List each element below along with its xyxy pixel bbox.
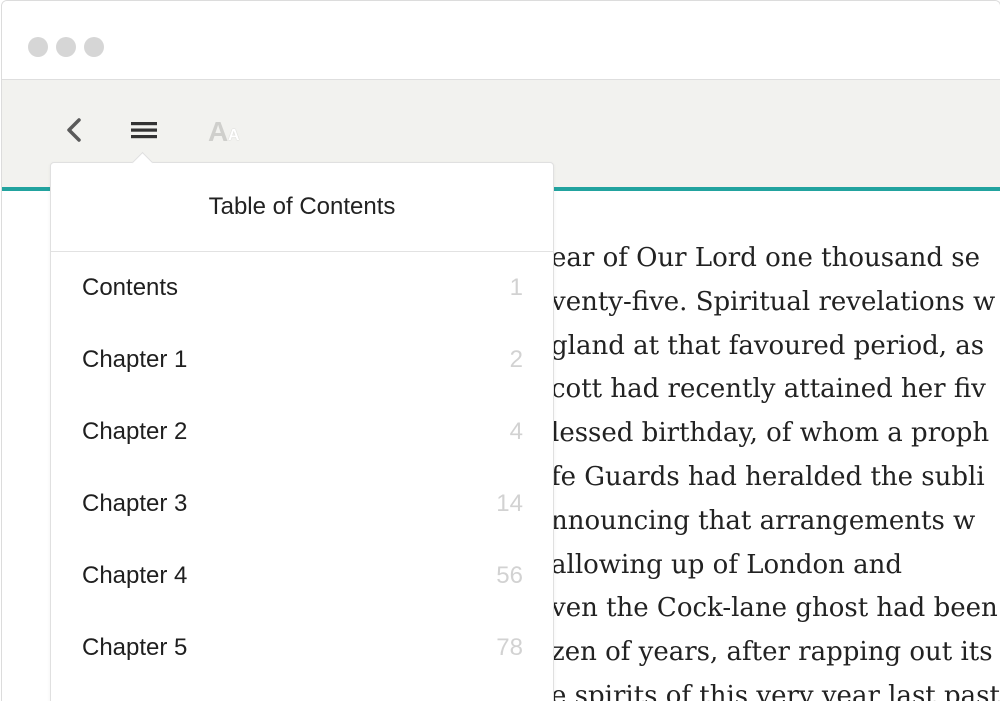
back-button[interactable]	[58, 114, 90, 150]
toc-item-chapter-5[interactable]: Chapter 5 78	[51, 612, 553, 684]
table-of-contents-popover: Table of Contents Contents 1 Chapter 1 2…	[50, 151, 554, 701]
window-close-dot[interactable]	[28, 37, 48, 57]
toc-item-label: Chapter 2	[82, 418, 188, 445]
toc-item-page: 1	[509, 274, 523, 301]
toc-item-label: Chapter 3	[82, 490, 188, 517]
toc-item-chapter-4[interactable]: Chapter 4 56	[51, 540, 553, 612]
table-of-contents-button[interactable]	[126, 114, 162, 150]
toc-item-label: Chapter 4	[82, 562, 188, 589]
toc-item-page: 4	[509, 418, 523, 445]
text-line: ven the Cock-lane ghost had been	[551, 593, 998, 624]
text-line: venty-five. Spiritual revelations w	[551, 286, 996, 317]
toc-item-contents[interactable]: Contents 1	[51, 252, 553, 324]
font-icon-small-letter: A	[228, 127, 240, 144]
toc-list: Contents 1 Chapter 1 2 Chapter 2 4 Chapt…	[51, 252, 553, 684]
font-settings-button[interactable]: A A	[200, 112, 248, 152]
text-line: ear of Our Lord one thousand se	[551, 243, 980, 273]
toc-item-label: Chapter 1	[82, 346, 188, 373]
text-line: fe Guards had heralded the subli	[551, 461, 985, 492]
toc-item-page: 56	[496, 562, 523, 589]
hamburger-menu-icon	[130, 120, 158, 145]
window-maximize-dot[interactable]	[84, 37, 104, 57]
font-size-icon: A A	[204, 116, 244, 148]
font-icon-large-letter: A	[208, 116, 229, 147]
title-bar	[2, 1, 1000, 80]
toc-item-page: 78	[496, 634, 523, 661]
text-line: lessed birthday, of whom a proph	[551, 418, 990, 449]
book-text: ear of Our Lord one thousand se venty-fi…	[551, 237, 1000, 701]
toc-item-page: 2	[509, 346, 523, 373]
app-window: A A ear of Our Lord one thousand se vent…	[1, 0, 1000, 701]
text-line: zen of years, after rapping out its	[551, 637, 993, 668]
toc-item-chapter-1[interactable]: Chapter 1 2	[51, 324, 553, 396]
toc-item-chapter-2[interactable]: Chapter 2 4	[51, 396, 553, 468]
text-line: allowing up of London and	[551, 549, 903, 580]
toc-item-page: 14	[496, 490, 523, 517]
text-line: cott had recently attained her fiv	[551, 374, 986, 405]
toc-title: Table of Contents	[51, 163, 553, 252]
text-line: e spirits of this very year last past	[551, 680, 1000, 701]
text-line: nnouncing that arrangements w	[551, 505, 976, 536]
toc-item-label: Chapter 5	[82, 634, 188, 661]
window-minimize-dot[interactable]	[56, 37, 76, 57]
toc-item-label: Contents	[82, 274, 179, 301]
chevron-left-icon	[64, 117, 84, 148]
toc-item-chapter-3[interactable]: Chapter 3 14	[51, 468, 553, 540]
text-line: gland at that favoured period, as	[551, 330, 985, 361]
